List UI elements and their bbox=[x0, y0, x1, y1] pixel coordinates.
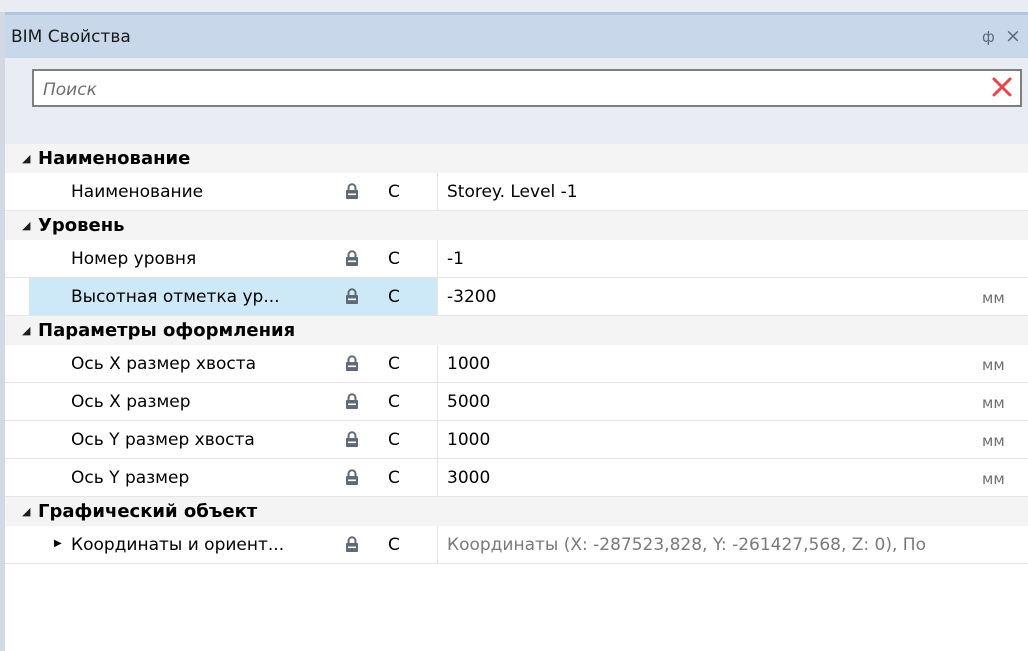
property-name-cell[interactable]: Ось X размер С bbox=[29, 383, 437, 420]
property-name-cell[interactable]: ▶ Координаты и ориент... С bbox=[29, 526, 437, 563]
property-name-cell[interactable]: Номер уровня С bbox=[29, 240, 437, 277]
category-label: Уровень bbox=[38, 215, 125, 236]
category-header[interactable]: ◢ Уровень bbox=[5, 211, 1028, 240]
lock-icon bbox=[345, 250, 359, 266]
property-name: Ось X размер bbox=[71, 392, 191, 412]
property-code: С bbox=[388, 430, 400, 450]
panel-title: BIM Свойства bbox=[11, 27, 131, 47]
property-name-cell[interactable]: Ось X размер хвоста С bbox=[29, 345, 437, 382]
property-name-cell[interactable]: Наименование С bbox=[29, 173, 437, 210]
column-divider bbox=[437, 173, 438, 210]
property-value[interactable]: Storey. Level -1 bbox=[447, 182, 578, 202]
lock-icon bbox=[345, 288, 359, 304]
search-box bbox=[32, 69, 1022, 107]
property-code: С bbox=[388, 392, 400, 412]
property-name: Координаты и ориент... bbox=[71, 535, 285, 555]
property-row[interactable]: Высотная отметка ур... С -3200 мм bbox=[5, 278, 1028, 316]
expand-arrow-icon[interactable]: ▶ bbox=[54, 538, 62, 549]
property-code: С bbox=[388, 468, 400, 488]
property-row[interactable]: Ось X размер хвоста С 1000 мм bbox=[5, 345, 1028, 383]
panel-title-bar[interactable]: BIM Свойства ф × bbox=[5, 12, 1028, 58]
property-name-cell[interactable]: Ось Y размер С bbox=[29, 459, 437, 496]
lock-icon bbox=[345, 469, 359, 485]
property-value[interactable]: 5000 bbox=[447, 392, 490, 412]
category-label: Графический объект bbox=[38, 501, 258, 522]
column-divider bbox=[437, 278, 438, 315]
category-header[interactable]: ◢ Графический объект bbox=[5, 497, 1028, 526]
property-value[interactable]: Координаты (X: -287523,828, Y: -261427,5… bbox=[447, 535, 926, 555]
clear-search-icon[interactable] bbox=[988, 73, 1016, 101]
category-label: Наименование bbox=[38, 148, 191, 169]
property-row[interactable]: Наименование С Storey. Level -1 bbox=[5, 173, 1028, 211]
property-unit: мм bbox=[982, 432, 1005, 450]
property-value[interactable]: 1000 bbox=[447, 354, 490, 374]
property-row[interactable]: ▶ Координаты и ориент... С Координаты (X: -… bbox=[5, 526, 1028, 564]
property-name: Ось X размер хвоста bbox=[71, 354, 257, 374]
property-row[interactable]: Номер уровня С -1 bbox=[5, 240, 1028, 278]
property-code: С bbox=[388, 535, 400, 555]
lock-icon bbox=[345, 393, 359, 409]
window-top-border bbox=[0, 0, 1028, 12]
lock-icon bbox=[345, 355, 359, 371]
category-header[interactable]: ◢ Параметры оформления bbox=[5, 316, 1028, 345]
property-name: Высотная отметка ур... bbox=[71, 287, 280, 307]
property-name: Номер уровня bbox=[71, 249, 197, 269]
search-input[interactable] bbox=[41, 77, 965, 103]
property-unit: мм bbox=[982, 356, 1005, 374]
pin-icon[interactable]: ф bbox=[982, 28, 995, 46]
property-unit: мм bbox=[982, 394, 1005, 412]
search-area bbox=[5, 58, 1028, 144]
property-row[interactable]: Ось Y размер хвоста С 1000 мм bbox=[5, 421, 1028, 459]
category-header[interactable]: ◢ Наименование bbox=[5, 144, 1028, 173]
property-name: Ось Y размер хвоста bbox=[71, 430, 255, 450]
property-name-cell[interactable]: Ось Y размер хвоста С bbox=[29, 421, 437, 458]
column-divider bbox=[437, 459, 438, 496]
column-divider bbox=[437, 240, 438, 277]
lock-icon bbox=[345, 431, 359, 447]
property-value[interactable]: 3000 bbox=[447, 468, 490, 488]
property-unit: мм bbox=[982, 470, 1005, 488]
property-code: С bbox=[388, 182, 400, 202]
property-unit: мм bbox=[982, 289, 1005, 307]
collapse-triangle-icon[interactable]: ◢ bbox=[22, 144, 30, 173]
property-value[interactable]: -1 bbox=[447, 249, 464, 269]
property-name-cell[interactable]: Высотная отметка ур... С bbox=[29, 278, 437, 315]
collapse-triangle-icon[interactable]: ◢ bbox=[22, 211, 30, 240]
collapse-triangle-icon[interactable]: ◢ bbox=[22, 497, 30, 526]
property-name: Ось Y размер bbox=[71, 468, 190, 488]
column-divider bbox=[437, 526, 438, 563]
property-value[interactable]: -3200 bbox=[447, 287, 496, 307]
lock-icon bbox=[345, 536, 359, 552]
column-divider bbox=[437, 421, 438, 458]
bim-properties-panel: BIM Свойства ф × ◢НаименованиеНаименован… bbox=[5, 12, 1028, 651]
property-name: Наименование bbox=[71, 182, 204, 202]
column-divider bbox=[437, 383, 438, 420]
property-code: С bbox=[388, 249, 400, 269]
property-value[interactable]: 1000 bbox=[447, 430, 490, 450]
property-code: С bbox=[388, 354, 400, 374]
property-row[interactable]: Ось X размер С 5000 мм bbox=[5, 383, 1028, 421]
column-divider bbox=[437, 345, 438, 382]
property-row[interactable]: Ось Y размер С 3000 мм bbox=[5, 459, 1028, 497]
lock-icon bbox=[345, 183, 359, 199]
category-label: Параметры оформления bbox=[38, 320, 296, 341]
close-icon[interactable]: × bbox=[1005, 25, 1021, 47]
property-grid: ◢ Наименование Наименование С Storey. Level … bbox=[5, 144, 1028, 564]
collapse-triangle-icon[interactable]: ◢ bbox=[22, 316, 30, 345]
property-code: С bbox=[388, 287, 400, 307]
